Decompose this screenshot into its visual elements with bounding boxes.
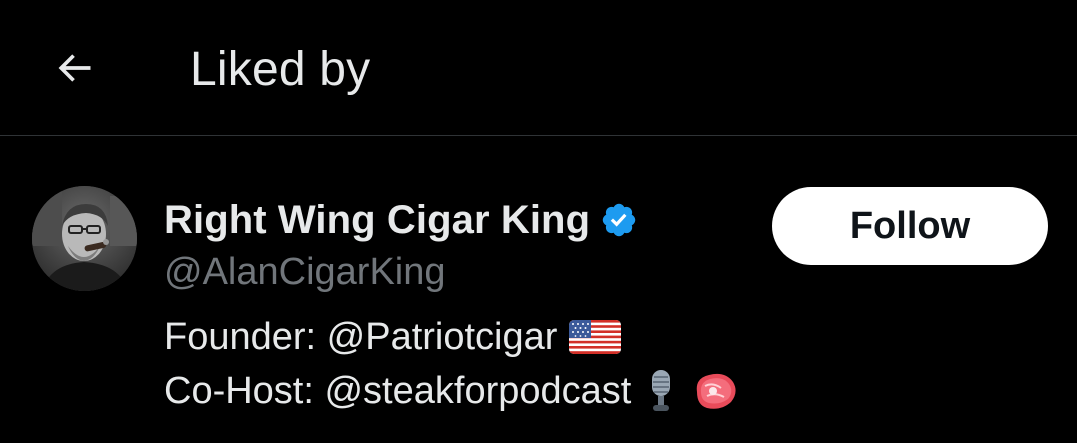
user-handle[interactable]: @AlanCigarKing [164,249,446,295]
steak-emoji-icon [691,370,739,412]
user-bio: Founder: @Patriotcigar Co-Host: @steakfo… [164,310,739,418]
top-bar: Liked by [0,0,1077,136]
follow-button[interactable]: Follow [772,187,1048,265]
arrow-left-icon [52,46,96,90]
microphone-emoji-icon [643,368,679,414]
back-button[interactable] [44,40,104,96]
avatar[interactable] [32,186,137,291]
us-flag-emoji-icon [569,318,622,356]
verified-badge-icon[interactable] [600,201,638,239]
bio-text: Co-Host: @steakforpodcast [164,370,632,412]
bio-line: Founder: @Patriotcigar [164,310,739,364]
bio-text: Founder: @Patriotcigar [164,316,558,358]
display-name[interactable]: Right Wing Cigar King [164,198,590,243]
page-title: Liked by [190,43,371,96]
display-name-row[interactable]: Right Wing Cigar King [164,195,638,245]
user-cell[interactable]: Right Wing Cigar King @AlanCigarKing Fou… [0,137,1077,443]
bio-line: Co-Host: @steakforpodcast [164,364,739,418]
